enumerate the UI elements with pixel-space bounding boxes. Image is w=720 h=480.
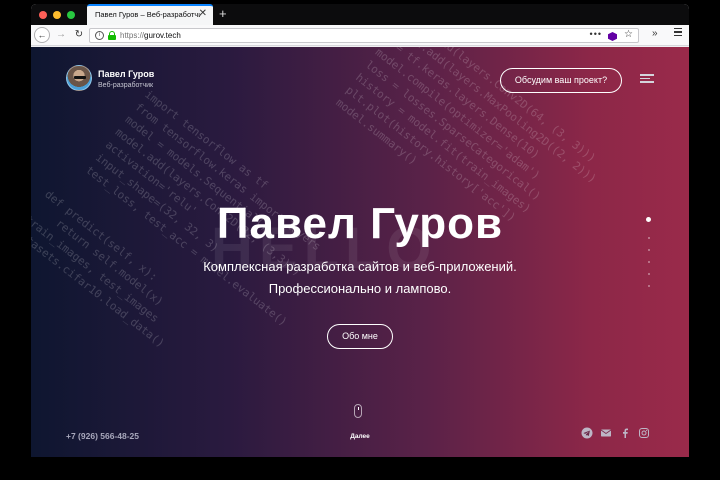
brand-role: Веб-разработчик: [98, 82, 154, 89]
bookmark-star-icon[interactable]: ☆: [624, 29, 633, 40]
close-icon[interactable]: ✕: [199, 8, 207, 19]
back-button[interactable]: ←: [34, 27, 50, 43]
maximize-window-button[interactable]: [67, 11, 75, 19]
hero-subtitle-line1: Комплексная разработка сайтов и веб-прил…: [203, 259, 517, 274]
phone-number[interactable]: +7 (926) 566-48-25: [66, 431, 139, 441]
new-tab-button[interactable]: +: [219, 5, 227, 23]
close-window-button[interactable]: [39, 11, 47, 19]
pager-dot[interactable]: [648, 285, 650, 287]
about-me-button[interactable]: Обо мне: [327, 324, 393, 349]
pager-dot[interactable]: [648, 273, 650, 275]
minimize-window-button[interactable]: [53, 11, 61, 19]
extension-icon[interactable]: [608, 32, 617, 41]
facebook-icon[interactable]: [619, 427, 631, 439]
tab-bar: Павел Гуров – Веб-разработчик ✕ +: [31, 4, 689, 25]
overflow-chevron-icon[interactable]: »: [652, 28, 658, 39]
navigation-bar: ← → ↻ i https://gurov.tech ••• ☆ »: [31, 25, 689, 46]
url-host: gurov.tech: [144, 31, 181, 40]
scroll-down-icon[interactable]: [354, 404, 362, 418]
hero-subtitle-line2: Профессионально и лампово.: [268, 281, 452, 296]
pager-dot[interactable]: [648, 261, 650, 263]
discuss-project-button[interactable]: Обсудим ваш проект?: [500, 68, 622, 93]
mail-icon[interactable]: [600, 427, 612, 439]
browser-window: Павел Гуров – Веб-разработчик ✕ + ← → ↻ …: [31, 4, 689, 457]
hamburger-menu-icon[interactable]: [674, 28, 682, 36]
url-protocol: https://: [120, 31, 145, 40]
tab-active[interactable]: Павел Гуров – Веб-разработчик ✕: [87, 4, 213, 25]
pager-dot[interactable]: [648, 237, 650, 239]
reload-button[interactable]: ↻: [71, 27, 87, 43]
social-links: [581, 427, 650, 439]
lock-icon[interactable]: [108, 31, 116, 40]
url-text[interactable]: https://gurov.tech: [120, 31, 181, 40]
window-controls: [39, 11, 75, 19]
pager-dot[interactable]: [648, 249, 650, 251]
hero-title: Павел Гуров: [216, 199, 504, 248]
next-section-label[interactable]: Далее: [331, 433, 389, 440]
page-actions-icon[interactable]: •••: [590, 29, 602, 39]
site-menu-icon[interactable]: [640, 74, 654, 83]
info-icon[interactable]: i: [95, 31, 104, 40]
brand-name[interactable]: Павел Гуров: [98, 69, 154, 79]
pager-dot[interactable]: [646, 217, 651, 222]
web-page: model.add(layers.Conv2D(64, (3, 3))) mod…: [31, 47, 689, 457]
tab-title: Павел Гуров – Веб-разработчик: [95, 10, 201, 19]
telegram-icon[interactable]: [581, 427, 593, 439]
address-bar[interactable]: i https://gurov.tech ••• ☆: [89, 28, 639, 43]
forward-button[interactable]: →: [53, 27, 69, 43]
avatar[interactable]: [66, 65, 92, 91]
instagram-icon[interactable]: [638, 427, 650, 439]
